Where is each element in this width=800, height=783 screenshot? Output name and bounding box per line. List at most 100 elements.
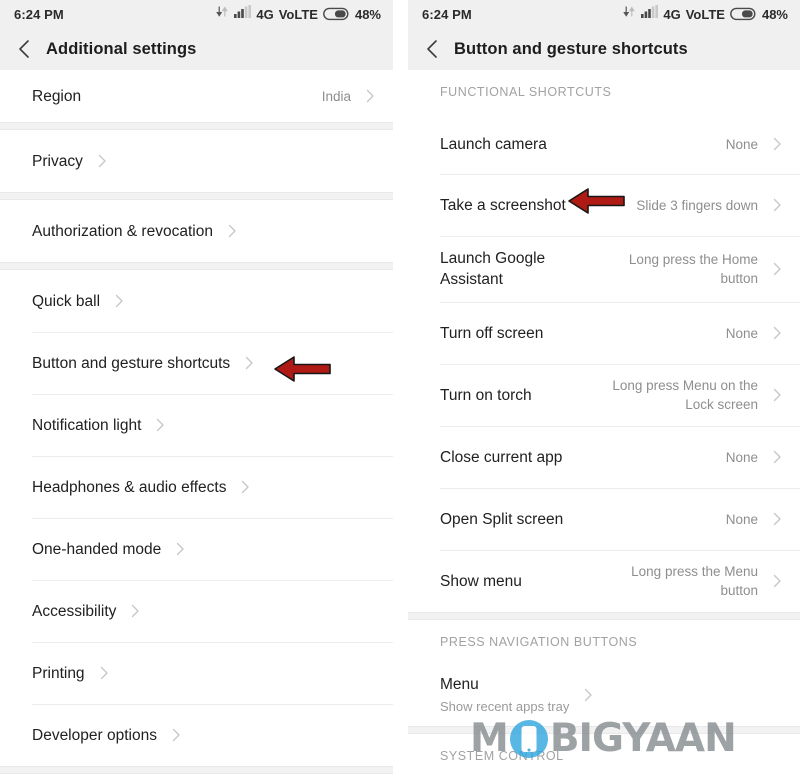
list-item-open-split-screen[interactable]: Open Split screen None	[408, 488, 800, 550]
chevron-right-icon	[240, 354, 258, 372]
watermark-text-before: M	[470, 716, 509, 761]
shortcuts-list: FUNCTIONAL SHORTCUTS Launch camera None …	[408, 70, 800, 783]
chevron-right-icon	[223, 222, 241, 240]
list-item-notification-light[interactable]: Notification light	[0, 394, 393, 456]
chevron-right-icon	[95, 664, 113, 682]
list-item-show-menu[interactable]: Show menu Long press the Menu button	[408, 550, 800, 612]
chevron-right-icon	[167, 726, 185, 744]
list-item-headphones-audio-effects[interactable]: Headphones & audio effects	[0, 456, 393, 518]
list-item-button-and-gesture-shortcuts[interactable]: Button and gesture shortcuts	[0, 332, 393, 394]
group-separator	[408, 612, 800, 620]
chevron-right-icon	[768, 260, 786, 278]
list-item-authorization-revocation[interactable]: Authorization & revocation	[0, 200, 393, 262]
chevron-right-icon	[768, 386, 786, 404]
list-item-turn-off-screen[interactable]: Turn off screen None	[408, 302, 800, 364]
network-type-label: 4G	[256, 6, 274, 22]
list-item-value: Long press the Home button	[628, 252, 758, 286]
battery-icon	[730, 7, 757, 21]
list-item-launch-google-assistant[interactable]: Launch Google Assistant Long press the H…	[408, 236, 800, 302]
section-header-press-navigation-buttons: PRESS NAVIGATION BUTTONS	[408, 620, 800, 664]
list-item-label: Close current app	[440, 448, 563, 466]
list-item-label: Quick ball	[32, 292, 101, 310]
chevron-right-icon	[110, 292, 128, 310]
app-bar-right: Button and gesture shortcuts	[408, 28, 800, 70]
list-item-label: Authorization & revocation	[32, 222, 213, 240]
chevron-right-icon	[171, 540, 189, 558]
list-item-privacy[interactable]: Privacy	[0, 130, 393, 192]
network-type-label: 4G	[663, 6, 681, 22]
list-item-printing[interactable]: Printing	[0, 642, 393, 704]
group-separator	[0, 192, 393, 200]
list-item-label: Menu	[440, 676, 479, 693]
chevron-right-icon	[768, 572, 786, 590]
volte-label: VoLTE	[685, 6, 725, 22]
list-item-value: None	[725, 136, 758, 152]
screenshot-pair: 6:24 PM 4G VoLTE 48% Additional settings…	[0, 0, 800, 783]
data-transfer-icon	[216, 5, 229, 23]
chevron-right-icon	[126, 602, 144, 620]
data-transfer-icon	[623, 5, 636, 23]
status-bar-right: 6:24 PM 4G VoLTE 48%	[408, 0, 800, 28]
list-item-label: Privacy	[32, 152, 83, 170]
mobigyaan-watermark: M BIGYAAN	[470, 716, 737, 761]
signal-bars-icon	[234, 5, 252, 23]
list-item-accessibility[interactable]: Accessibility	[0, 580, 393, 642]
page-title: Button and gesture shortcuts	[454, 39, 688, 58]
battery-icon	[323, 7, 350, 21]
list-item-quick-ball[interactable]: Quick ball	[0, 270, 393, 332]
watermark-text-after: BIGYAAN	[549, 716, 737, 761]
list-item-label: Developer options	[32, 726, 157, 744]
list-item-label: Launch Google Assistant	[440, 250, 546, 288]
list-item-close-current-app[interactable]: Close current app None	[408, 426, 800, 488]
chevron-right-icon	[768, 196, 786, 214]
list-item-subtitle: Show recent apps tray	[440, 699, 570, 714]
list-item-label: Turn off screen	[440, 324, 544, 342]
section-header-functional-shortcuts: FUNCTIONAL SHORTCUTS	[408, 70, 800, 114]
list-item-one-handed-mode[interactable]: One-handed mode	[0, 518, 393, 580]
list-item-label: Accessibility	[32, 602, 117, 620]
app-bar-left: Additional settings	[0, 28, 393, 70]
chevron-right-icon	[768, 135, 786, 153]
list-item-value: None	[725, 325, 758, 341]
battery-percent-label: 48%	[354, 6, 381, 22]
list-item-value: None	[725, 511, 758, 527]
page-title: Additional settings	[46, 39, 197, 58]
battery-percent-label: 48%	[761, 6, 788, 22]
list-item-value: Slide 3 fingers down	[636, 197, 758, 213]
status-bar-time: 6:24 PM	[14, 6, 64, 22]
chevron-right-icon	[768, 324, 786, 342]
signal-bars-icon	[641, 5, 659, 23]
chevron-right-icon	[361, 87, 379, 105]
volte-label: VoLTE	[278, 6, 318, 22]
list-item-label: Notification light	[32, 416, 142, 434]
group-separator	[0, 122, 393, 130]
chevron-right-icon	[768, 448, 786, 466]
chevron-right-icon	[93, 152, 111, 170]
list-item-label: Show menu	[440, 572, 522, 590]
left-phone-screen: 6:24 PM 4G VoLTE 48% Additional settings…	[0, 0, 393, 783]
phone-logo-icon	[509, 719, 549, 759]
list-item-automatically-disable-navigation[interactable]: Automatically disable navigation	[408, 778, 800, 783]
settings-list-left: Region India Privacy Authorization & rev…	[0, 70, 393, 774]
status-bar-left: 6:24 PM 4G VoLTE 48%	[0, 0, 393, 28]
back-arrow-icon[interactable]	[422, 38, 444, 60]
list-item-label: One-handed mode	[32, 540, 162, 558]
list-item-value: None	[725, 449, 758, 465]
list-item-label: Headphones & audio effects	[32, 478, 227, 496]
chevron-right-icon	[151, 416, 169, 434]
list-item-launch-camera[interactable]: Launch camera None	[408, 114, 800, 174]
list-item-label: Button and gesture shortcuts	[32, 354, 231, 372]
right-phone-screen: 6:24 PM 4G VoLTE 48% Button and gesture …	[408, 0, 800, 783]
list-item-label: Take a screenshot	[440, 196, 566, 214]
list-item-take-a-screenshot[interactable]: Take a screenshot Slide 3 fingers down	[408, 174, 800, 236]
list-item-label: Launch camera	[440, 135, 547, 153]
list-item-region[interactable]: Region India	[0, 70, 393, 122]
chevron-right-icon	[768, 510, 786, 528]
back-arrow-icon[interactable]	[14, 38, 36, 60]
status-bar-time: 6:24 PM	[422, 6, 472, 22]
list-item-turn-on-torch[interactable]: Turn on torch Long press Menu on the Loc…	[408, 364, 800, 426]
list-item-value: India	[321, 88, 351, 104]
list-item-developer-options[interactable]: Developer options	[0, 704, 393, 766]
group-separator	[0, 766, 393, 774]
chevron-right-icon	[579, 686, 597, 704]
